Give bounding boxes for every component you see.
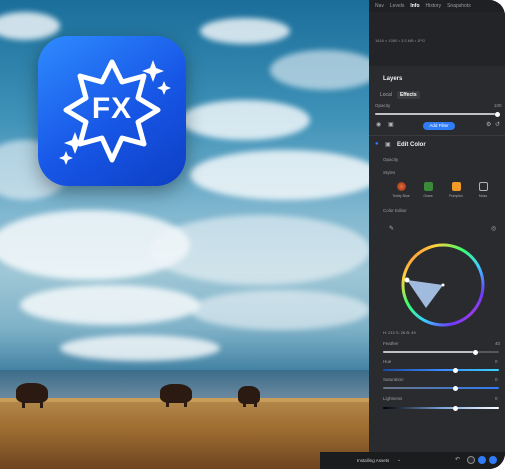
segment-effects[interactable]: Effects [396, 91, 420, 99]
saturation-slider[interactable] [383, 385, 499, 391]
segment-local[interactable]: Local [377, 91, 395, 99]
feather-slider[interactable] [383, 349, 499, 355]
filter-visibility-icon[interactable]: ● [375, 141, 379, 147]
style-pumpkin-label: Pumpkin [449, 194, 463, 198]
image-info: 1616 × 1080 • 3.5 MB • JPG [375, 38, 426, 43]
eye-icon[interactable]: ◉ [376, 121, 381, 128]
right-panel: Nav Levels Info History Snapshots 1616 ×… [369, 0, 505, 469]
info-area: 1616 × 1080 • 3.5 MB • JPG [369, 12, 505, 66]
layer-thumbnail-icon: ▣ [388, 122, 394, 128]
bison-left [16, 383, 48, 403]
feather-label: Feather [383, 341, 399, 346]
lightness-slider[interactable] [383, 405, 499, 411]
fx-app-icon: FX [38, 36, 186, 186]
undo-icon[interactable]: ↶ [455, 456, 460, 463]
style-grass-icon[interactable] [424, 182, 433, 191]
status-text: Installing Assets [357, 458, 390, 463]
share-button[interactable] [489, 456, 497, 464]
style-teddy-blue-label: Teddy Blue [392, 194, 410, 198]
hue-label: Hue [383, 359, 392, 364]
gear-icon[interactable]: ⚙ [486, 121, 491, 128]
hue-slider[interactable] [383, 367, 499, 373]
tab-snapshots[interactable]: Snapshots [447, 3, 471, 9]
add-filter-button[interactable]: Add Filter [423, 122, 455, 130]
color-wheel[interactable] [398, 240, 488, 330]
style-moss-icon[interactable] [479, 182, 488, 191]
edit-color-title: Edit Color [397, 142, 426, 148]
color-mode-icon[interactable]: ◎ [491, 225, 496, 232]
hsl-readout: H: 213 S: 26 B: 49 [383, 330, 416, 335]
color-editor-label: Color Editor [383, 208, 407, 213]
reset-icon[interactable]: ↺ [495, 121, 500, 128]
fx-label: FX [91, 92, 133, 125]
layers-title: Layers [383, 76, 403, 82]
style-moss-label: Moss [478, 194, 488, 198]
styles-label: Styles [383, 170, 396, 175]
tab-history[interactable]: History [426, 3, 442, 9]
style-grass-label: Grass [423, 194, 433, 198]
hue-value: 0 [495, 359, 498, 364]
app-window: FX Nav Levels Info History Snapshots 161… [0, 0, 505, 469]
prairie-ground [0, 398, 369, 469]
opacity-slider[interactable] [375, 111, 500, 117]
chevron-down-icon[interactable]: ⌄ [397, 457, 401, 463]
opacity-label: Opacity [375, 103, 391, 108]
export-button[interactable] [478, 456, 486, 464]
style-teddy-blue-icon[interactable] [397, 182, 406, 191]
lightness-value: 0 [495, 396, 498, 401]
opacity-value: 100 [494, 103, 502, 108]
status-bar: Installing Assets ⌄ ↶ [320, 452, 505, 469]
filter-thumbnail-icon: ▣ [385, 142, 391, 148]
layers-segment: Local Effects [377, 91, 420, 99]
eyedropper-icon[interactable]: ✎ [389, 225, 394, 232]
edit-color-opacity-label: Opacity [383, 157, 399, 162]
style-pumpkin-icon[interactable] [452, 182, 461, 191]
top-tabs: Nav Levels Info History Snapshots [369, 0, 505, 12]
tab-info[interactable]: Info [410, 3, 419, 9]
lightness-label: Lightness [383, 396, 403, 401]
tab-levels[interactable]: Levels [390, 3, 404, 9]
compare-button[interactable] [467, 456, 475, 464]
tab-nav[interactable]: Nav [375, 3, 384, 9]
feather-value: 40 [495, 341, 501, 346]
bison-middle [160, 384, 192, 403]
saturation-label: Saturation [383, 377, 404, 382]
saturation-value: 0 [495, 377, 498, 382]
